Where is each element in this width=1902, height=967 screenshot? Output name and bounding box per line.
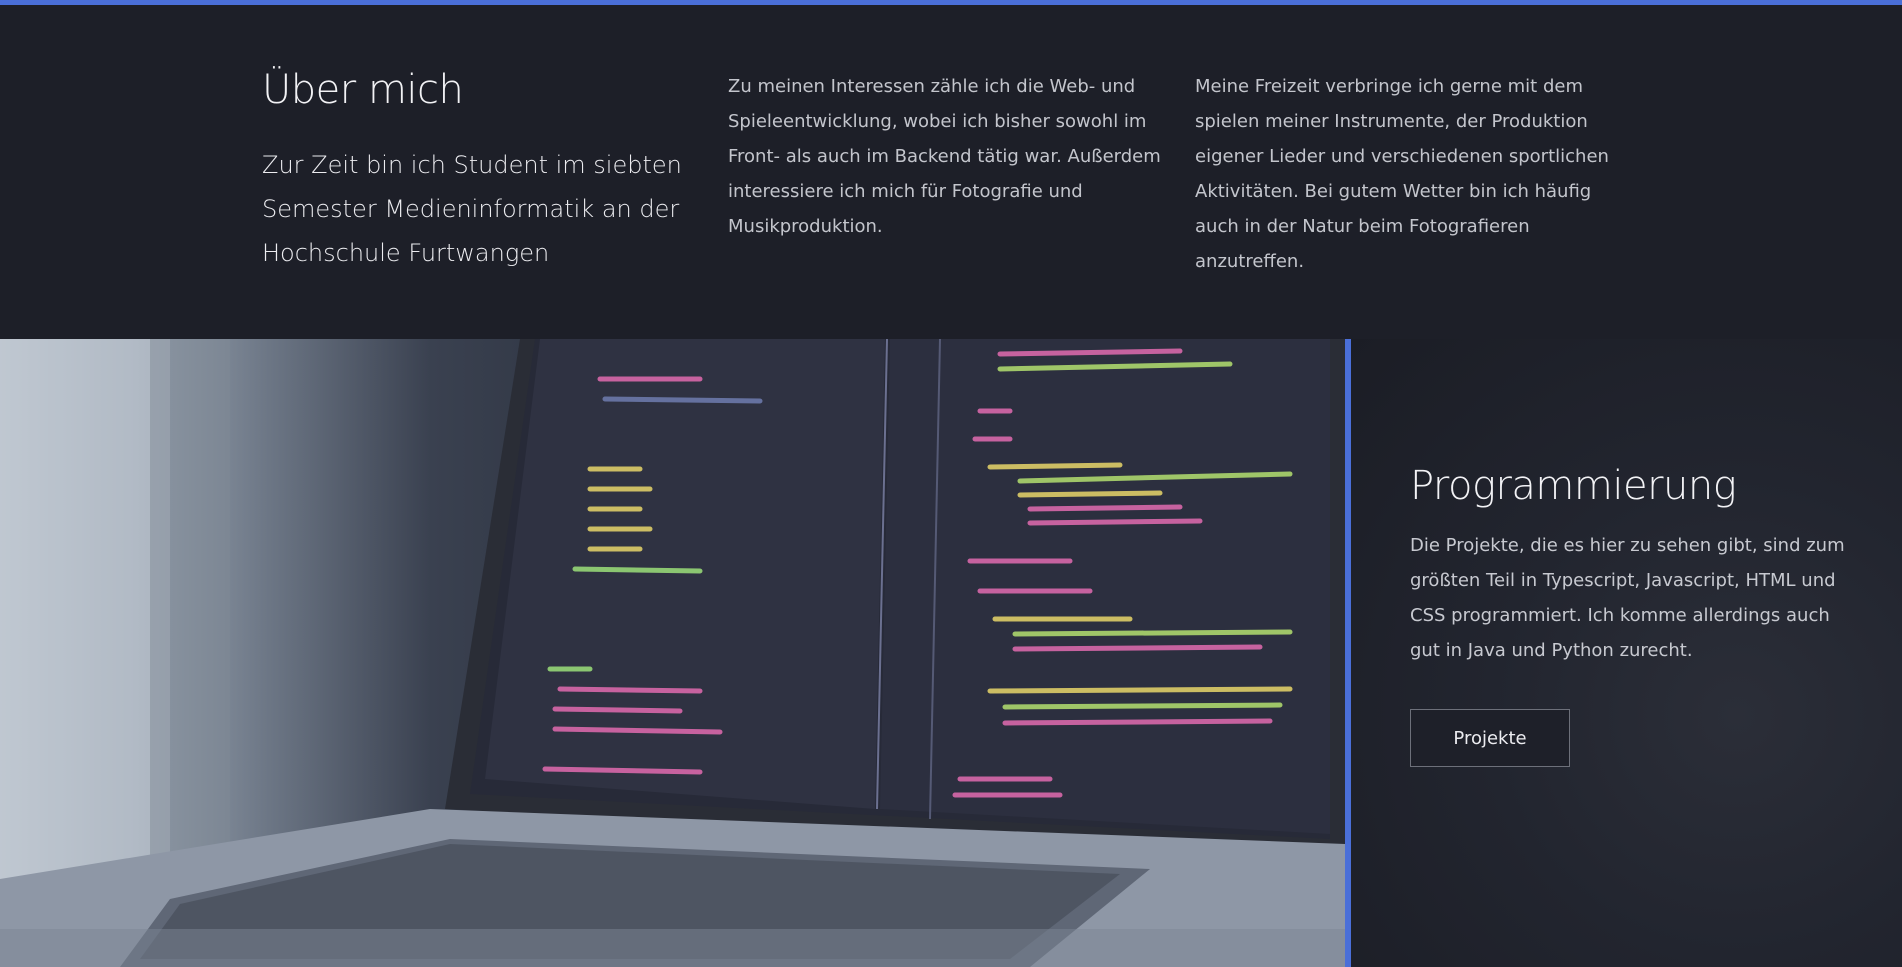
laptop-illustration: [0, 339, 1345, 967]
projects-button[interactable]: Projekte: [1410, 709, 1570, 767]
about-title: Über mich: [262, 67, 464, 113]
interests-text: Zu meinen Interessen zähle ich die Web- …: [728, 76, 1161, 237]
about-lead-text: Zur Zeit bin ich Student im siebten Seme…: [262, 151, 682, 267]
programming-section: Programmierung Die Projekte, die es hier…: [0, 339, 1902, 967]
freetime-text: Meine Freizeit verbringe ich gerne mit d…: [1195, 76, 1609, 272]
about-section: Über mich Zur Zeit bin ich Student im si…: [0, 5, 1902, 339]
programming-title: Programmierung: [1410, 463, 1737, 509]
laptop-code-photo: [0, 339, 1345, 967]
programming-text: Die Projekte, die es hier zu sehen gibt,…: [1410, 535, 1845, 661]
